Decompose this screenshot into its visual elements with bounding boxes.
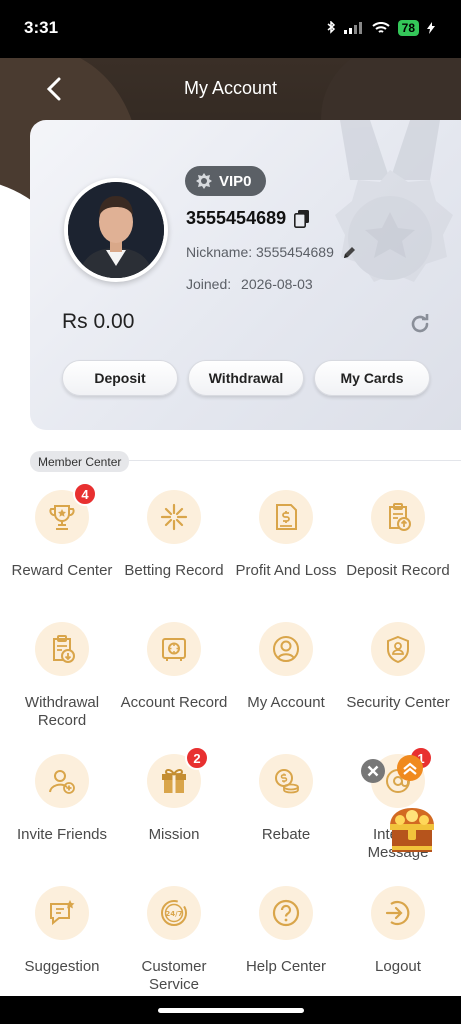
- edit-pencil-icon[interactable]: [342, 245, 357, 260]
- withdrawal-button[interactable]: Withdrawal: [188, 360, 304, 396]
- wifi-icon: [371, 21, 390, 33]
- battery-level: 78: [397, 20, 419, 36]
- safe-icon: [162, 638, 186, 661]
- menu-item-label: Rebate: [261, 826, 311, 843]
- status-bar: 3:31 78: [0, 0, 461, 58]
- vip-level: VIP0: [219, 172, 252, 190]
- treasure-chest-icon[interactable]: [386, 802, 438, 858]
- account-id: 3555454689: [186, 208, 287, 228]
- menu-item-label: Suggestion: [24, 958, 100, 975]
- nickname-row: Nickname: 3555454689: [186, 244, 357, 260]
- notification-badge: 4: [73, 482, 97, 506]
- menu-item-label: My Account: [247, 694, 325, 711]
- menu-item-label: Reward Center: [11, 562, 113, 579]
- medal-watermark-icon: [335, 120, 453, 282]
- refresh-icon[interactable]: [408, 312, 432, 336]
- close-icon[interactable]: [360, 758, 386, 784]
- menu-item-label: Help Center: [245, 958, 327, 975]
- joined-date: 2026-08-03: [241, 276, 313, 292]
- gift-icon: [162, 768, 186, 793]
- member-center-title: Member Center: [30, 451, 130, 472]
- clipboard-download-icon: [53, 635, 75, 663]
- user-icon: [273, 636, 299, 662]
- status-time: 3:31: [24, 18, 59, 37]
- menu-item-label: Deposit Record: [346, 562, 450, 579]
- trophy-icon: [49, 505, 75, 530]
- account-id-row: 3555454689: [186, 208, 310, 229]
- page-title: My Account: [183, 78, 278, 98]
- chat-star-icon: [50, 900, 75, 926]
- avatar-photo: [68, 182, 164, 278]
- support-24-7-icon: 24/7: [161, 900, 187, 926]
- joined-row: Joined: 2026-08-03: [186, 276, 313, 292]
- logout-icon: [385, 900, 410, 926]
- notification-badge: 2: [185, 746, 209, 770]
- action-buttons: Deposit Withdrawal My Cards: [62, 360, 430, 396]
- scroll-up-icon[interactable]: [396, 754, 424, 782]
- svg-text:24/7: 24/7: [165, 910, 182, 918]
- floating-promo-widget[interactable]: [360, 746, 440, 866]
- home-indicator: [0, 996, 461, 1024]
- copy-icon[interactable]: [294, 209, 310, 228]
- invite-user-icon: [49, 770, 75, 794]
- profile-card: VIP0 3555454689 Nickname: 3555454689 Joi…: [30, 120, 461, 430]
- menu-item-label: Security Center: [346, 694, 450, 711]
- menu-item-label: Mission: [148, 826, 200, 843]
- menu-item-label: Logout: [375, 958, 421, 975]
- help-icon: [272, 899, 300, 927]
- clipboard-upload-icon: [389, 503, 411, 531]
- menu-item-label: Profit And Loss: [235, 562, 337, 579]
- avatar[interactable]: [64, 178, 168, 282]
- bluetooth-icon: [327, 21, 335, 34]
- nickname: Nickname: 3555454689: [186, 244, 334, 260]
- document-money-icon: [276, 504, 297, 530]
- vip-crown-icon: [196, 173, 212, 189]
- menu-item-label: Account Record: [120, 694, 228, 711]
- shield-user-icon: [387, 635, 409, 664]
- menu-item-label: Betting Record: [124, 562, 224, 579]
- joined-label: Joined:: [186, 276, 232, 292]
- menu-item-label: Invite Friends: [16, 826, 108, 843]
- menu-item-label: Customer Service: [141, 958, 207, 993]
- menu-item-label: Withdrawal Record: [24, 694, 100, 729]
- balance-amount: Rs 0.00: [62, 310, 135, 333]
- charging-icon: [427, 22, 435, 34]
- coins-icon: [275, 769, 299, 794]
- signal-icon: [343, 22, 362, 34]
- status-indicators: 78: [326, 20, 435, 36]
- vip-badge: VIP0: [185, 166, 266, 196]
- deposit-button[interactable]: Deposit: [62, 360, 178, 396]
- betting-icon: [160, 503, 188, 531]
- my-cards-button[interactable]: My Cards: [314, 360, 430, 396]
